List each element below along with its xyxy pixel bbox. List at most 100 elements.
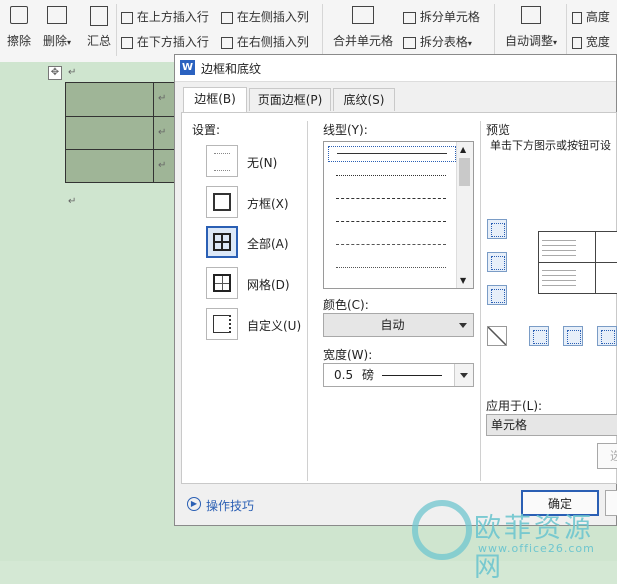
- width-label: 宽度(W):: [323, 348, 373, 362]
- inside-v-border-button[interactable]: [563, 326, 583, 346]
- insert-row-above-button[interactable]: 在上方插入行: [121, 8, 209, 25]
- width-icon: [572, 36, 582, 49]
- borders-panel: 设置: 无(N) 方框(X) 全部(A) 网格(D) 自定义(U) 线型(Y):: [181, 112, 617, 484]
- line-style-dotted[interactable]: [328, 169, 454, 183]
- play-icon[interactable]: ▶: [187, 497, 201, 511]
- summary-button[interactable]: 汇总: [85, 6, 113, 49]
- color-select[interactable]: 自动: [323, 313, 474, 337]
- erase-button[interactable]: 擦除: [5, 6, 33, 49]
- apply-to-select[interactable]: 单元格: [486, 414, 617, 436]
- insert-col-right-button[interactable]: 在右侧插入列: [221, 33, 309, 50]
- diagonal-up-button[interactable]: [487, 326, 507, 346]
- setting-all-button[interactable]: [206, 226, 238, 258]
- preview-area[interactable]: [538, 231, 617, 294]
- delete-button[interactable]: 删除▾: [40, 6, 74, 49]
- line-style-dash-dot-dot[interactable]: [328, 261, 454, 275]
- table-move-handle-icon[interactable]: ✥: [48, 66, 62, 80]
- wps-writer-icon: W: [180, 60, 195, 75]
- setting-all-label: 全部(A): [247, 237, 289, 251]
- width-select[interactable]: 0.5 磅: [323, 363, 474, 387]
- apply-to-value: 单元格: [491, 418, 528, 432]
- dialog-titlebar[interactable]: W 边框和底纹: [175, 55, 616, 82]
- setting-box-button[interactable]: [206, 186, 238, 218]
- line-style-scrollbar[interactable]: ▲ ▼: [456, 142, 473, 288]
- width-value: 0.5: [334, 368, 354, 382]
- summary-label: 汇总: [86, 34, 111, 48]
- summary-icon: [90, 6, 108, 26]
- tab-borders[interactable]: 边框(B): [183, 87, 247, 112]
- border-box-icon: [213, 193, 231, 211]
- cell-mark: ↵: [158, 160, 167, 171]
- watermark: 欧菲资源网 www.office26.com: [412, 500, 617, 583]
- left-border-button[interactable]: [529, 326, 549, 346]
- eraser-icon: [10, 6, 28, 24]
- options-label: 选: [610, 449, 617, 463]
- paragraph-mark: ↵: [68, 67, 77, 78]
- color-label: 颜色(C):: [323, 298, 369, 312]
- color-value: 自动: [380, 318, 405, 332]
- scroll-down-icon[interactable]: ▼: [460, 276, 466, 285]
- setting-box-label: 方框(X): [247, 197, 289, 211]
- width-dropdown-button[interactable]: [454, 364, 473, 386]
- insert-row-below-label: 在下方插入行: [136, 35, 209, 49]
- delete-table-icon: [47, 6, 67, 24]
- scroll-thumb[interactable]: [459, 158, 470, 186]
- auto-adjust-icon: [521, 6, 541, 24]
- line-style-list[interactable]: ▲ ▼: [323, 141, 474, 289]
- borders-shading-dialog: W 边框和底纹 边框(B) 页面边框(P) 底纹(S) 设置: 无(N) 方框(…: [174, 54, 617, 526]
- auto-adjust-label: 自动调整: [504, 34, 553, 48]
- width-unit: 磅: [362, 368, 375, 382]
- insert-row-below-icon: [121, 36, 133, 49]
- setting-custom-button[interactable]: [206, 308, 238, 340]
- tips-link[interactable]: 操作技巧: [206, 497, 254, 514]
- merge-cells-label: 合并单元格: [332, 34, 393, 48]
- insert-col-left-label: 在左侧插入列: [236, 10, 309, 24]
- col-width-field[interactable]: 宽度: [572, 33, 610, 50]
- setting-custom-label: 自定义(U): [247, 319, 302, 333]
- line-style-dash-dot[interactable]: [328, 238, 454, 252]
- insert-col-left-button[interactable]: 在左侧插入列: [221, 8, 309, 25]
- insert-row-above-icon: [121, 11, 133, 24]
- insert-col-left-icon: [221, 11, 233, 24]
- setting-none-label: 无(N): [247, 156, 278, 170]
- apply-to-label: 应用于(L):: [486, 399, 543, 413]
- line-style-solid[interactable]: [328, 146, 456, 162]
- tab-page-border[interactable]: 页面边框(P): [249, 88, 331, 111]
- split-table-label: 拆分表格: [419, 35, 468, 49]
- merge-cells-button[interactable]: 合并单元格: [330, 6, 396, 49]
- border-all-icon: [213, 233, 231, 251]
- tab-shading[interactable]: 底纹(S): [333, 88, 395, 111]
- watermark-logo-icon: [412, 500, 472, 560]
- width-line-sample: [382, 375, 442, 376]
- setting-none-button[interactable]: [206, 145, 238, 177]
- watermark-url: www.office26.com: [478, 542, 595, 555]
- row-height-field[interactable]: 高度: [572, 8, 610, 25]
- scroll-up-icon[interactable]: ▲: [460, 145, 466, 154]
- insert-col-right-icon: [221, 36, 233, 49]
- chevron-down-icon: [459, 323, 467, 328]
- line-style-dash[interactable]: [328, 215, 454, 229]
- split-cells-icon: [403, 11, 416, 24]
- inside-h-border-button[interactable]: [487, 252, 507, 272]
- merge-cells-icon: [352, 6, 374, 24]
- right-border-button[interactable]: [597, 326, 617, 346]
- settings-label: 设置:: [192, 123, 221, 137]
- border-custom-icon: [213, 315, 231, 333]
- bottom-border-button[interactable]: [487, 285, 507, 305]
- paragraph-mark: ↵: [68, 196, 77, 207]
- setting-grid-label: 网格(D): [247, 278, 290, 292]
- top-border-button[interactable]: [487, 219, 507, 239]
- auto-adjust-button[interactable]: 自动调整▾: [500, 6, 562, 49]
- height-icon: [572, 11, 582, 24]
- line-style-label: 线型(Y):: [323, 123, 368, 137]
- height-label: 高度: [585, 10, 610, 24]
- setting-grid-button[interactable]: [206, 267, 238, 299]
- options-button[interactable]: 选: [597, 443, 617, 469]
- split-cells-button[interactable]: 拆分单元格: [403, 8, 480, 25]
- line-style-fine-dash[interactable]: [328, 192, 454, 206]
- cell-mark: ↵: [158, 93, 167, 104]
- insert-row-below-button[interactable]: 在下方插入行: [121, 33, 209, 50]
- insert-col-right-label: 在右侧插入列: [236, 35, 309, 49]
- border-grid-icon: [213, 274, 231, 292]
- split-table-button[interactable]: 拆分表格▾: [403, 33, 472, 50]
